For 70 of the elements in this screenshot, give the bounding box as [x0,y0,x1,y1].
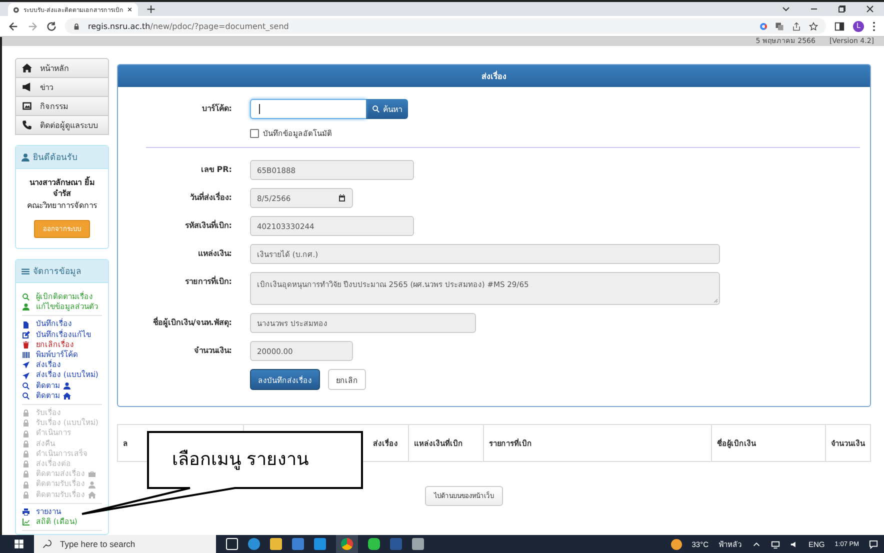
form-title: ส่งเรื่อง [482,70,506,82]
nav-item[interactable]: กิจกรรม [15,97,109,116]
star-icon[interactable] [809,22,818,30]
user-name: นางสาวลักษณา ยิ้มจำรัส [28,177,96,199]
close-icon[interactable] [127,6,133,13]
panel-title: ยินดีต้อนรับ [33,152,77,164]
field-label: รายการที่เบิก: [184,274,232,288]
lock-icon [73,22,80,30]
user-icon [22,303,30,312]
reload-icon[interactable] [46,20,57,32]
trash-icon [22,340,30,349]
back-icon[interactable] [8,20,19,32]
user-icon [21,152,30,162]
field-label: บาร์โค้ด: [200,102,232,115]
translate-icon[interactable] [775,22,784,30]
share-icon[interactable] [792,22,801,30]
search-button[interactable]: ค้นหา [366,99,408,119]
resize-grip-icon[interactable] [713,298,718,303]
lock-icon [22,409,30,418]
field-label: วันที่ส่งเรื่อง: [188,190,232,204]
windows-logo-icon[interactable] [14,539,24,549]
more-icon[interactable] [872,20,876,32]
barcode-icon [22,351,30,360]
faculty-text: คณะวิทยาการจัดการ [27,200,97,211]
lock-icon [22,490,30,499]
home-icon [22,63,32,73]
field-label: ชื่อผู้เบิกเงิน/จนท.พัสดุ: [152,316,232,330]
barcode-field[interactable] [250,99,366,119]
address-field[interactable]: regis.nsru.ac.th/new/pdoc/?page=document_send [65,18,826,34]
megaphone-icon [22,82,32,92]
lock-icon [22,419,30,428]
new-tab-button[interactable]: + [146,3,156,16]
printer-icon [22,508,30,516]
lock-icon [22,470,30,478]
chart-icon [22,518,30,526]
user-icon [88,480,96,489]
taskbar-search-field[interactable]: Type here to search [34,535,216,553]
document-icon [22,320,30,328]
lock-icon [22,430,30,438]
task-view-icon[interactable] [226,538,238,550]
checkbox[interactable] [250,128,259,138]
calendar-icon[interactable] [338,194,346,202]
url-text: regis.nsru.ac.th/new/pdoc/?page=document_send [88,22,289,30]
field-label: แหล่งเงิน: [196,248,232,260]
user-icon [63,382,71,390]
lock-icon [22,440,30,448]
chevron-down-icon[interactable] [781,4,791,14]
field-label: รหัสเงินที่เบิก: [184,218,232,232]
home-icon [63,392,71,400]
close-icon[interactable] [865,4,875,14]
edit-icon [22,330,30,339]
menu-icon [21,266,30,276]
side-panel-icon[interactable] [834,20,845,32]
picture-icon [22,101,32,111]
briefcase-icon [88,470,96,478]
notification-icon[interactable] [869,540,878,548]
weather-icon[interactable] [670,538,682,550]
lock-icon [22,450,30,458]
panel-title: จัดการข้อมูล [33,266,81,278]
lock-icon [22,480,30,489]
home-icon [88,490,96,499]
restore-icon[interactable] [837,4,847,14]
nav-item[interactable]: ข่าว [15,78,109,97]
lock-icon [22,460,30,468]
field-label: เลข PR: [200,164,232,176]
nav-item[interactable]: หน้าหลัก [15,58,109,78]
network-icon[interactable] [770,540,780,548]
field-label: จำนวนเงิน: [192,345,232,357]
phone-icon [22,120,32,130]
nav-item[interactable]: ติดต่อผู้ดูแลระบบ [15,116,109,135]
